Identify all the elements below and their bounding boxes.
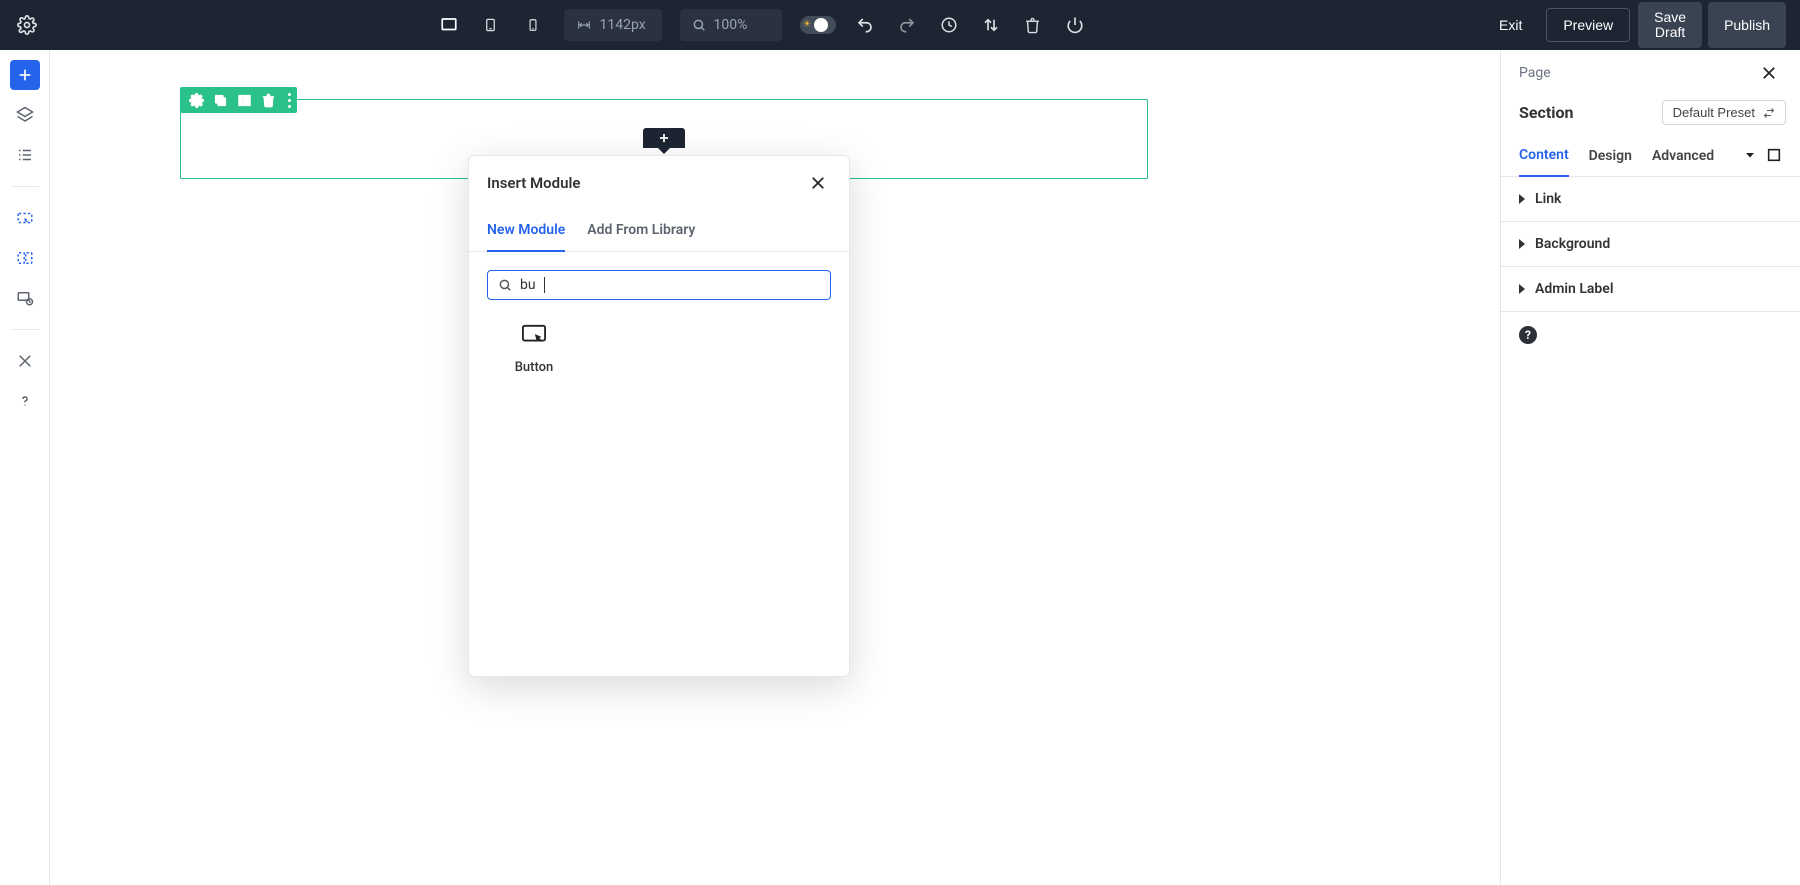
expand-icon[interactable]	[1766, 147, 1782, 167]
group-admin-label[interactable]: Admin Label	[1501, 267, 1800, 312]
left-rail	[0, 50, 50, 885]
power-icon[interactable]	[1062, 12, 1088, 38]
preset-dropdown[interactable]: Default Preset	[1662, 100, 1786, 125]
settings-gear-icon[interactable]	[14, 12, 40, 38]
group-label: Background	[1535, 236, 1610, 252]
caret-icon	[544, 277, 545, 293]
nav-tool-2-icon[interactable]	[10, 243, 40, 273]
section-more-icon[interactable]	[284, 93, 291, 108]
chevron-right-icon	[1519, 239, 1525, 249]
search-icon	[498, 278, 512, 292]
add-module-anchor[interactable]	[643, 128, 685, 148]
group-label: Link	[1535, 191, 1561, 207]
section-settings-icon[interactable]	[188, 92, 204, 108]
undo-icon[interactable]	[852, 12, 878, 38]
modal-title: Insert Module	[487, 174, 580, 192]
redo-icon[interactable]	[894, 12, 920, 38]
tools-icon[interactable]	[10, 346, 40, 376]
module-item-button[interactable]: Button	[495, 324, 573, 375]
theme-toggle[interactable]: ☀	[800, 16, 836, 34]
chevron-right-icon	[1519, 194, 1525, 204]
tab-content[interactable]: Content	[1519, 137, 1569, 177]
panel-close-icon[interactable]	[1756, 60, 1782, 86]
preview-button[interactable]: Preview	[1546, 8, 1630, 42]
nav-tool-1-icon[interactable]	[10, 203, 40, 233]
tab-design[interactable]: Design	[1589, 138, 1632, 176]
layers-icon[interactable]	[10, 100, 40, 130]
chevron-down-icon[interactable]	[1744, 149, 1756, 165]
modal-close-icon[interactable]	[805, 170, 831, 196]
group-link[interactable]: Link	[1501, 177, 1800, 222]
save-draft-button[interactable]: Save Draft	[1638, 2, 1702, 49]
sort-icon[interactable]	[978, 12, 1004, 38]
tab-new-module[interactable]: New Module	[487, 212, 565, 252]
section-toolbar	[180, 87, 297, 113]
tablet-view-icon[interactable]	[478, 12, 504, 38]
tab-advanced[interactable]: Advanced	[1652, 138, 1714, 176]
group-label: Admin Label	[1535, 281, 1613, 297]
viewport-width-value: 1142px	[600, 17, 646, 33]
properties-panel: Page Section Default Preset Content Desi…	[1500, 50, 1800, 885]
chevron-right-icon	[1519, 284, 1525, 294]
list-icon[interactable]	[10, 140, 40, 170]
settings-icon[interactable]	[10, 283, 40, 313]
button-click-icon	[522, 324, 546, 350]
breadcrumb[interactable]: Page	[1519, 65, 1551, 81]
help-bubble-icon[interactable]: ?	[1519, 326, 1537, 344]
canvas[interactable]: Insert Module New Module Add From Librar…	[50, 50, 1500, 885]
panel-title: Section	[1519, 103, 1573, 122]
section-duplicate-icon[interactable]	[212, 92, 228, 108]
preset-label: Default Preset	[1673, 105, 1755, 120]
modal-tabs: New Module Add From Library	[469, 212, 849, 252]
section-columns-icon[interactable]	[236, 92, 252, 108]
publish-button[interactable]: Publish	[1708, 2, 1786, 49]
trash-icon[interactable]	[1020, 12, 1046, 38]
top-toolbar: 1142px 100% ☀ Exit Preview Save Draft Pu…	[0, 0, 1800, 50]
desktop-view-icon[interactable]	[436, 12, 462, 38]
group-background[interactable]: Background	[1501, 222, 1800, 267]
zoom-input[interactable]: 100%	[680, 9, 782, 41]
tab-add-from-library[interactable]: Add From Library	[587, 212, 695, 251]
sun-icon: ☀	[803, 20, 812, 30]
history-icon[interactable]	[936, 12, 962, 38]
search-text: bu	[520, 277, 536, 293]
help-icon[interactable]	[10, 386, 40, 416]
section-delete-icon[interactable]	[260, 92, 276, 108]
exit-button[interactable]: Exit	[1483, 9, 1538, 41]
add-button[interactable]	[10, 60, 40, 90]
mobile-view-icon[interactable]	[520, 12, 546, 38]
viewport-width-input[interactable]: 1142px	[564, 9, 662, 41]
swap-icon	[1763, 107, 1775, 119]
module-search-input[interactable]: bu	[487, 270, 831, 300]
module-label: Button	[515, 360, 554, 375]
zoom-value: 100%	[714, 17, 748, 33]
insert-module-modal: Insert Module New Module Add From Librar…	[468, 155, 850, 677]
